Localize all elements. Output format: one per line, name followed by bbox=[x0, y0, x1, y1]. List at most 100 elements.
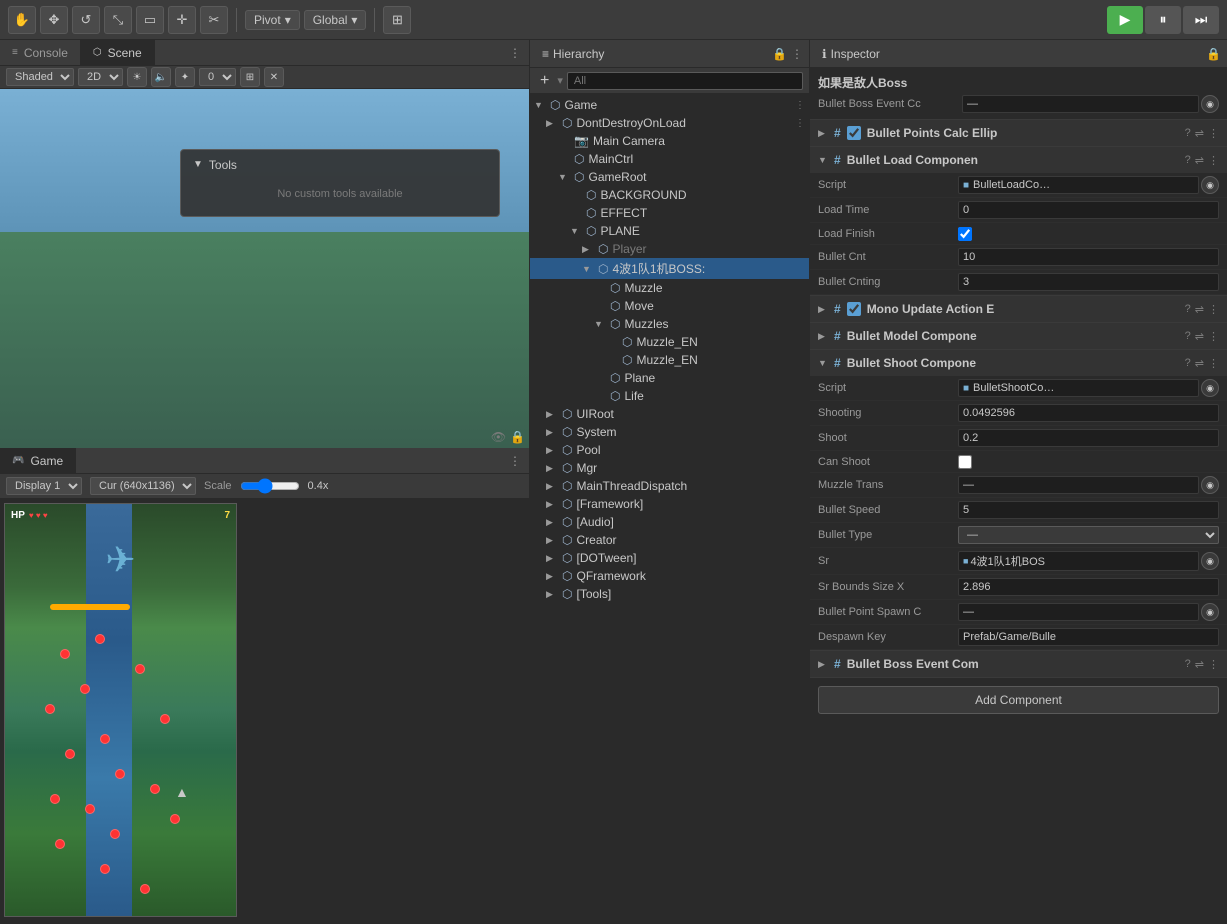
scale-tool-btn[interactable]: ⤡ bbox=[104, 6, 132, 34]
hier-item-effect[interactable]: ⬡ EFFECT bbox=[530, 204, 809, 222]
mua-menu-icon[interactable]: ⋮ bbox=[1208, 303, 1219, 316]
hier-menu-game[interactable]: ⋮ bbox=[795, 100, 805, 111]
fx-toggle[interactable]: ✦ bbox=[175, 67, 195, 87]
bpc-enable-check[interactable] bbox=[847, 126, 861, 140]
resolution-dropdown[interactable]: Cur (640x1136) bbox=[90, 477, 196, 495]
script-circle-bsc[interactable]: ◉ bbox=[1201, 379, 1219, 397]
tab-game[interactable]: 🎮 Game bbox=[0, 448, 76, 473]
transform-tool-btn[interactable]: ✛ bbox=[168, 6, 196, 34]
scene-option1[interactable]: ⊞ bbox=[240, 67, 260, 87]
hier-item-maincamera[interactable]: 📷 Main Camera bbox=[530, 132, 809, 150]
blc-help-icon[interactable]: ? bbox=[1185, 154, 1191, 167]
hier-item-boss[interactable]: ▼ ⬡ 4波1队1机BOSS: bbox=[530, 258, 809, 279]
hierarchy-add-button[interactable]: + bbox=[536, 72, 553, 90]
hier-item-tools[interactable]: ▶ ⬡ [Tools] bbox=[530, 585, 809, 603]
rotate-tool-btn[interactable]: ↺ bbox=[72, 6, 100, 34]
section-header-bpc[interactable]: ▶ # Bullet Points Calc Ellip ? ⇌ ⋮ bbox=[810, 120, 1227, 146]
hier-item-dontdestroy[interactable]: ▶ ⬡ DontDestroyOnLoad ⋮ bbox=[530, 114, 809, 132]
mua-enable-check[interactable] bbox=[847, 302, 861, 316]
lock-icon[interactable]: 🔒 bbox=[510, 430, 525, 444]
tab-inspector[interactable]: ℹ Inspector bbox=[810, 40, 892, 67]
tab-scene[interactable]: ⬡ Scene bbox=[81, 40, 155, 65]
pause-button[interactable]: ⏸ bbox=[1145, 6, 1181, 34]
section-header-bmc[interactable]: ▶ # Bullet Model Compone ? ⇌ ⋮ bbox=[810, 323, 1227, 349]
script-circle-blc[interactable]: ◉ bbox=[1201, 176, 1219, 194]
pivot-dropdown[interactable]: Pivot ▾ bbox=[245, 10, 300, 30]
insp-lock-btn[interactable]: 🔒 bbox=[1200, 47, 1227, 61]
add-component-button[interactable]: Add Component bbox=[818, 686, 1219, 714]
hier-item-background[interactable]: ⬡ BACKGROUND bbox=[530, 186, 809, 204]
bbe-help-icon[interactable]: ? bbox=[1185, 658, 1191, 671]
bpc-help-icon[interactable]: ? bbox=[1185, 127, 1191, 140]
hier-item-pool[interactable]: ▶ ⬡ Pool bbox=[530, 441, 809, 459]
bmc-settings-icon[interactable]: ⇌ bbox=[1195, 330, 1204, 343]
hier-item-creator[interactable]: ▶ ⬡ Creator bbox=[530, 531, 809, 549]
hier-item-player[interactable]: ▶ ⬡ Player bbox=[530, 240, 809, 258]
section-header-bbe[interactable]: ▶ # Bullet Boss Event Com ? ⇌ ⋮ bbox=[810, 651, 1227, 677]
blc-menu-icon[interactable]: ⋮ bbox=[1208, 154, 1219, 167]
gizmos-dropdown[interactable]: 0 bbox=[199, 68, 236, 86]
hier-item-qframework[interactable]: ▶ ⬡ QFramework bbox=[530, 567, 809, 585]
bpc-menu-icon[interactable]: ⋮ bbox=[1208, 127, 1219, 140]
muzzle-trans-circle-btn[interactable]: ◉ bbox=[1201, 476, 1219, 494]
hier-item-audio[interactable]: ▶ ⬡ [Audio] bbox=[530, 513, 809, 531]
hier-item-muzzles[interactable]: ▼ ⬡ Muzzles bbox=[530, 315, 809, 333]
hier-item-uiroot[interactable]: ▶ ⬡ UIRoot bbox=[530, 405, 809, 423]
custom-tool-btn[interactable]: ✂ bbox=[200, 6, 228, 34]
section-header-blc[interactable]: ▼ # Bullet Load Componen ? ⇌ ⋮ bbox=[810, 147, 1227, 173]
hier-item-life[interactable]: ⬡ Life bbox=[530, 387, 809, 405]
audio-toggle[interactable]: 🔈 bbox=[151, 67, 171, 87]
hier-item-gameroot[interactable]: ▼ ⬡ GameRoot bbox=[530, 168, 809, 186]
hier-item-mainctrl[interactable]: ⬡ MainCtrl bbox=[530, 150, 809, 168]
hier-item-move[interactable]: ⬡ Move bbox=[530, 297, 809, 315]
bmc-menu-icon[interactable]: ⋮ bbox=[1208, 330, 1219, 343]
bsc-menu-icon[interactable]: ⋮ bbox=[1208, 357, 1219, 370]
hier-item-muzzle-en2[interactable]: ⬡ Muzzle_EN bbox=[530, 351, 809, 369]
hier-lock-btn[interactable]: 🔒 bbox=[772, 47, 787, 61]
twoD-dropdown[interactable]: 2D bbox=[78, 68, 123, 86]
game-panel-menu[interactable]: ⋮ bbox=[501, 454, 529, 468]
bmc-help-icon[interactable]: ? bbox=[1185, 330, 1191, 343]
bbe-menu-icon[interactable]: ⋮ bbox=[1208, 658, 1219, 671]
tab-hierarchy[interactable]: ≡ Hierarchy bbox=[530, 40, 616, 67]
hier-menu-btn[interactable]: ⋮ bbox=[791, 47, 803, 61]
hier-menu-dontdestroy[interactable]: ⋮ bbox=[795, 118, 805, 129]
section-header-mua[interactable]: ▶ # Mono Update Action E ? ⇌ ⋮ bbox=[810, 296, 1227, 322]
hier-item-game[interactable]: ▼ ⬡ Game ⋮ bbox=[530, 96, 809, 114]
play-button[interactable]: ▶ bbox=[1107, 6, 1143, 34]
section-header-bsc[interactable]: ▼ # Bullet Shoot Compone ? ⇌ ⋮ bbox=[810, 350, 1227, 376]
grid-snap-btn[interactable]: ⊞ bbox=[383, 6, 411, 34]
bsc-help-icon[interactable]: ? bbox=[1185, 357, 1191, 370]
bps-circle-btn[interactable]: ◉ bbox=[1201, 603, 1219, 621]
scale-slider[interactable] bbox=[240, 478, 300, 494]
step-button[interactable]: ⏭ bbox=[1183, 6, 1219, 34]
hier-item-muzzle[interactable]: ⬡ Muzzle bbox=[530, 279, 809, 297]
move-tool-btn[interactable]: ✥ bbox=[40, 6, 68, 34]
hand-tool-btn[interactable]: ✋ bbox=[8, 6, 36, 34]
hier-item-plane[interactable]: ▼ ⬡ PLANE bbox=[530, 222, 809, 240]
hier-item-muzzle-en1[interactable]: ⬡ Muzzle_EN bbox=[530, 333, 809, 351]
mua-settings-icon[interactable]: ⇌ bbox=[1195, 303, 1204, 316]
boss-event-circle-btn[interactable]: ◉ bbox=[1201, 95, 1219, 113]
hier-item-system[interactable]: ▶ ⬡ System bbox=[530, 423, 809, 441]
hierarchy-search-input[interactable] bbox=[567, 72, 803, 90]
eye-icon[interactable]: 👁 bbox=[491, 430, 506, 444]
hier-item-dotween[interactable]: ▶ ⬡ [DOTween] bbox=[530, 549, 809, 567]
hier-item-plane2[interactable]: ⬡ Plane bbox=[530, 369, 809, 387]
global-dropdown[interactable]: Global ▾ bbox=[304, 10, 367, 30]
load-finish-checkbox[interactable] bbox=[958, 227, 972, 241]
tab-console[interactable]: ≡ Console bbox=[0, 40, 81, 65]
hier-item-framework[interactable]: ▶ ⬡ [Framework] bbox=[530, 495, 809, 513]
hier-item-mgr[interactable]: ▶ ⬡ Mgr bbox=[530, 459, 809, 477]
shaded-dropdown[interactable]: Shaded bbox=[6, 68, 74, 86]
display-dropdown[interactable]: Display 1 bbox=[6, 477, 82, 495]
bullet-type-dropdown[interactable]: — bbox=[958, 526, 1219, 544]
mua-help-icon[interactable]: ? bbox=[1185, 303, 1191, 316]
can-shoot-checkbox[interactable] bbox=[958, 455, 972, 469]
bsc-settings-icon[interactable]: ⇌ bbox=[1195, 357, 1204, 370]
blc-settings-icon[interactable]: ⇌ bbox=[1195, 154, 1204, 167]
light-toggle[interactable]: ☀ bbox=[127, 67, 147, 87]
hier-item-mainthreaddispatch[interactable]: ▶ ⬡ MainThreadDispatch bbox=[530, 477, 809, 495]
bpc-settings-icon[interactable]: ⇌ bbox=[1195, 127, 1204, 140]
bbe-settings-icon[interactable]: ⇌ bbox=[1195, 658, 1204, 671]
